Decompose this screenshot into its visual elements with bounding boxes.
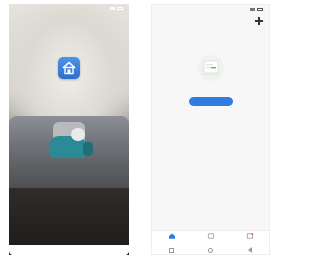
home-screen xyxy=(151,4,270,255)
status-icons xyxy=(110,7,123,10)
scene-icon xyxy=(207,233,214,239)
empty-devices-illustration-icon xyxy=(196,53,226,83)
signal-icon xyxy=(110,7,115,10)
battery-icon xyxy=(117,7,123,10)
status-bar xyxy=(152,5,269,14)
battery-icon xyxy=(257,8,263,11)
status-icons xyxy=(250,8,263,11)
add-device-button[interactable] xyxy=(189,97,233,106)
bottom-tab-bar xyxy=(152,230,269,245)
pet-head-image xyxy=(71,128,85,141)
screenshot-root xyxy=(0,0,276,259)
home-nav-icon[interactable] xyxy=(208,247,214,253)
app-logo-icon xyxy=(58,57,80,79)
back-icon[interactable] xyxy=(247,247,252,253)
add-icon[interactable] xyxy=(255,17,263,25)
status-bar xyxy=(9,4,129,13)
tab-scene[interactable] xyxy=(191,231,230,245)
home-header xyxy=(152,17,269,27)
tab-home[interactable] xyxy=(152,231,191,245)
pet-tail-image xyxy=(83,142,93,156)
splash-screen xyxy=(9,4,129,255)
home-icon xyxy=(168,233,175,239)
system-nav-bar xyxy=(152,245,269,254)
system-nav-bar xyxy=(9,245,129,255)
recents-icon[interactable] xyxy=(169,247,175,253)
signal-icon xyxy=(250,8,255,11)
tab-profile[interactable] xyxy=(230,231,269,245)
profile-icon xyxy=(246,233,253,239)
